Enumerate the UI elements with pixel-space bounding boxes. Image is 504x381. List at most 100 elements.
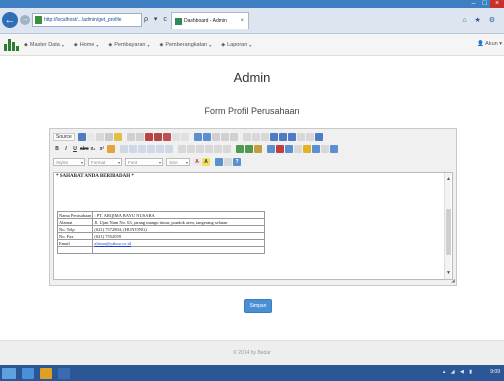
forward-button[interactable]: → (20, 15, 30, 25)
spellcheck-as-you-type-icon[interactable] (229, 133, 238, 141)
italic-icon[interactable]: I (62, 145, 70, 153)
browser-toolbar: ← → http://localhost/.../admin/get_profi… (0, 8, 504, 34)
checkbox-icon[interactable] (251, 133, 260, 141)
size-select[interactable]: Size (166, 158, 190, 166)
align-right-icon[interactable] (196, 145, 204, 153)
redo-icon[interactable] (180, 133, 189, 141)
menu-pembayaran[interactable]: ◆ Pembayaran ▾ (108, 42, 149, 48)
flash-icon[interactable] (276, 145, 284, 153)
bg-color-icon[interactable]: A (202, 158, 210, 166)
numbered-list-icon[interactable] (120, 145, 128, 153)
smiley-icon[interactable] (303, 145, 311, 153)
app-logo[interactable] (4, 38, 20, 51)
tab-close-icon[interactable]: × (240, 13, 244, 30)
copy-icon[interactable] (135, 133, 144, 141)
textarea-icon[interactable] (278, 133, 287, 141)
menu-laporan[interactable]: ◆ Laporan ▾ (221, 42, 251, 48)
subscript-icon[interactable]: x₂ (89, 145, 97, 153)
address-tools[interactable]: ρ ▾ c (144, 15, 169, 23)
menu-home[interactable]: ◆ Home ▾ (74, 42, 99, 48)
templates-icon[interactable] (113, 133, 122, 141)
paste-word-icon[interactable] (162, 133, 171, 141)
maximize-icon[interactable] (215, 158, 223, 166)
strikethrough-icon[interactable]: abc (80, 145, 89, 153)
image-button-icon[interactable] (305, 133, 314, 141)
bulleted-list-icon[interactable] (129, 145, 137, 153)
save-icon[interactable] (77, 133, 86, 141)
new-page-icon[interactable] (86, 133, 95, 141)
menu-master-data[interactable]: ◆ Master Data ▾ (24, 42, 64, 48)
ltr-icon[interactable] (214, 145, 222, 153)
rtl-icon[interactable] (223, 145, 231, 153)
iframe-icon[interactable] (330, 145, 338, 153)
print-icon[interactable] (104, 133, 113, 141)
taskbar-app-icon[interactable] (58, 368, 70, 379)
link-icon[interactable] (236, 145, 244, 153)
replace-icon[interactable] (202, 133, 211, 141)
scroll-down-icon[interactable]: ▼ (445, 269, 452, 277)
hidden-field-icon[interactable] (314, 133, 323, 141)
anchor-icon[interactable] (254, 145, 262, 153)
cut-icon[interactable] (126, 133, 135, 141)
select-icon[interactable] (287, 133, 296, 141)
special-char-icon[interactable] (312, 145, 320, 153)
unlink-icon[interactable] (245, 145, 253, 153)
minimize-button[interactable]: – (468, 0, 479, 8)
outdent-icon[interactable] (138, 145, 146, 153)
menu-pemberangkatan[interactable]: ◆ Pemberangkatan ▾ (159, 42, 211, 48)
div-icon[interactable] (165, 145, 173, 153)
browser-tab-dashboard[interactable]: Dashboard - Admin × (171, 12, 249, 29)
scroll-thumb[interactable] (446, 209, 451, 255)
find-icon[interactable] (193, 133, 202, 141)
preview-icon[interactable] (95, 133, 104, 141)
indent-icon[interactable] (147, 145, 155, 153)
tab-title: Dashboard - Admin (184, 18, 227, 24)
start-button[interactable] (2, 368, 16, 379)
close-window-button[interactable]: × (490, 0, 504, 8)
back-button[interactable]: ← (2, 12, 18, 28)
show-blocks-icon[interactable] (224, 158, 232, 166)
paste-text-icon[interactable] (153, 133, 162, 141)
superscript-icon[interactable]: x² (98, 145, 106, 153)
editor-content-area[interactable]: * SAHABAT ANDA BERIBADAH * Nama Perusaha… (53, 172, 453, 280)
address-bar[interactable]: http://localhost/.../admin/get_profile (32, 13, 142, 27)
spellcheck-icon[interactable] (220, 133, 229, 141)
remove-format-icon[interactable] (107, 145, 115, 153)
styles-select[interactable]: Styles (53, 158, 85, 166)
browser-toolbar-icons[interactable]: ⌂ ★ ⚙ (462, 16, 498, 24)
taskbar-ie-icon[interactable] (22, 368, 34, 379)
editor-scrollbar[interactable]: ▲ ▼ (444, 173, 451, 279)
font-select[interactable]: Font (125, 158, 163, 166)
taskbar-folder-icon[interactable] (40, 368, 52, 379)
page-break-icon[interactable] (321, 145, 329, 153)
format-select[interactable]: Format (88, 158, 122, 166)
table-icon[interactable] (285, 145, 293, 153)
text-color-icon[interactable]: A (193, 158, 201, 166)
source-button[interactable]: Source (53, 133, 75, 141)
horizontal-line-icon[interactable] (294, 145, 302, 153)
simpan-button[interactable]: Simpan (244, 299, 272, 313)
scroll-up-icon[interactable]: ▲ (445, 175, 452, 183)
align-left-icon[interactable] (178, 145, 186, 153)
select-all-icon[interactable] (211, 133, 220, 141)
align-center-icon[interactable] (187, 145, 195, 153)
form-icon[interactable] (242, 133, 251, 141)
radio-icon[interactable] (260, 133, 269, 141)
textfield-icon[interactable] (269, 133, 278, 141)
justify-icon[interactable] (205, 145, 213, 153)
user-menu[interactable]: 👤 Akun ▾ (477, 41, 502, 47)
email-link[interactable]: alrima@yahoo.co.id (94, 241, 131, 246)
about-icon[interactable]: ? (233, 158, 241, 166)
maximize-button[interactable]: □ (479, 0, 490, 8)
editor-toolbar-row-1: Source (53, 132, 324, 142)
blockquote-icon[interactable] (156, 145, 164, 153)
resize-grip-icon[interactable]: ◢ (451, 278, 455, 284)
underline-icon[interactable]: U (71, 145, 79, 153)
table-cell-label: No. Telp (56, 225, 94, 233)
button-icon[interactable] (296, 133, 305, 141)
system-tray[interactable]: ▴ ◢ ◀ ▮ (443, 369, 474, 375)
bold-icon[interactable]: B (53, 145, 61, 153)
undo-icon[interactable] (171, 133, 180, 141)
paste-icon[interactable] (144, 133, 153, 141)
image-icon[interactable] (267, 145, 275, 153)
